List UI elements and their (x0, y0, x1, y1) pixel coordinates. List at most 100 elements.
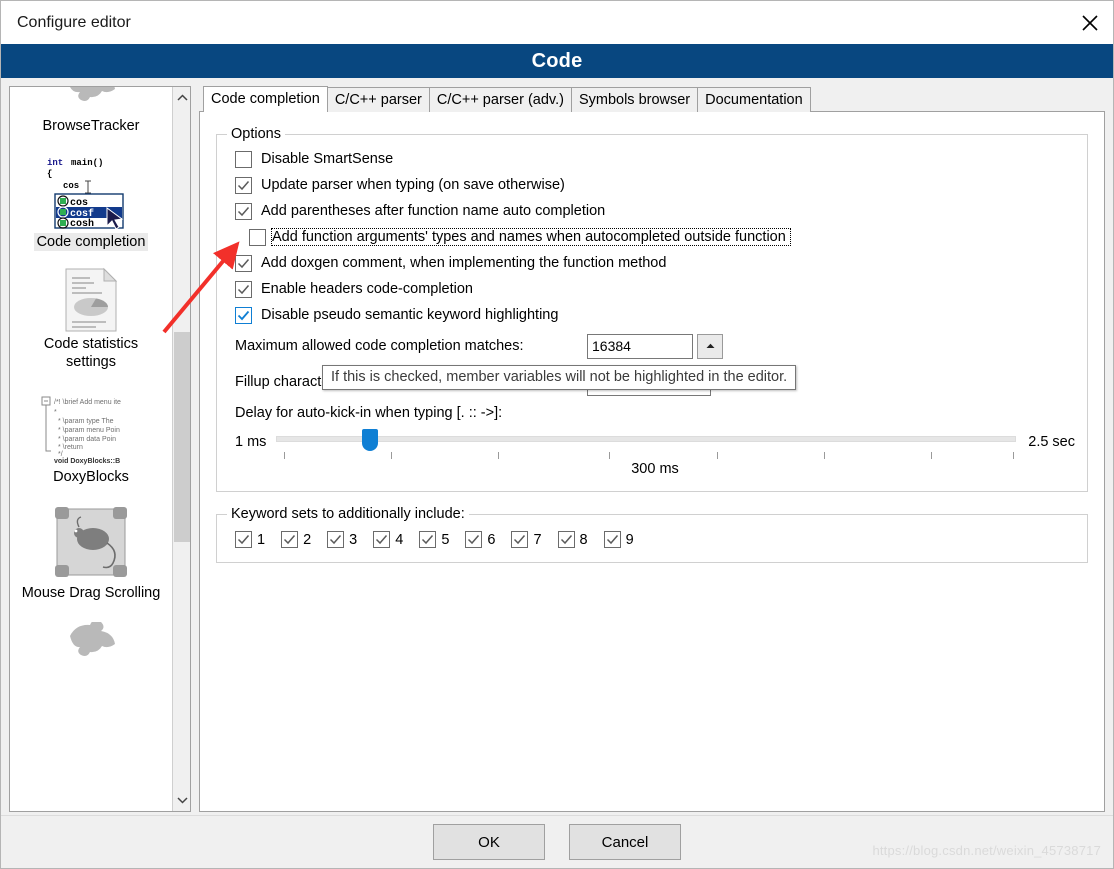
sidebar-item-mouse-drag-scrolling[interactable]: Mouse Drag Scrolling (10, 498, 172, 614)
sidebar-item-label: Code statistics settings (43, 336, 139, 371)
configure-editor-dialog: Configure editor Code BrowseTracker int … (0, 0, 1114, 869)
sidebar-scrollbar[interactable] (172, 87, 190, 811)
keyword-sets-row: 1 2 3 4 5 6 7 8 9 (229, 531, 1075, 548)
sidebar-item-label: DoxyBlocks (53, 468, 129, 485)
keyword-set-checkbox[interactable] (419, 531, 437, 548)
keyword-set-7[interactable]: 7 (511, 531, 542, 548)
scrollbar-thumb[interactable] (174, 332, 190, 542)
check-glyph (237, 284, 250, 294)
checkbox-update-parser[interactable] (235, 176, 252, 194)
keyword-set-2[interactable]: 2 (281, 531, 311, 548)
keyword-set-checkbox[interactable] (511, 531, 529, 548)
puzzle-glyph (70, 621, 115, 656)
keyword-set-checkbox[interactable] (465, 531, 483, 548)
svg-text:* \param data Poin: * \param data Poin (58, 436, 116, 443)
sidebar-item-label: Code completion (33, 233, 149, 252)
tab-cpp-parser[interactable]: C/C++ parser (326, 87, 430, 112)
keyword-set-4[interactable]: 4 (373, 531, 403, 548)
sidebar-item-code-statistics-settings[interactable]: Code statistics settings (10, 263, 172, 383)
banner-title: Code (531, 49, 583, 72)
tab-panel-code-completion: Options Disable SmartSense Update parser… (199, 111, 1105, 812)
delay-slider-label: Delay for auto-kick-in when typing [. ::… (235, 405, 503, 421)
sidebar-list: BrowseTracker int main() { cos cos cosf … (10, 87, 172, 698)
keyword-set-label: 2 (303, 531, 312, 548)
delay-min-label: 1 ms (235, 434, 267, 450)
keyword-set-label: 1 (257, 531, 266, 548)
delay-slider-block: Delay for auto-kick-in when typing [. ::… (229, 405, 1075, 477)
sidebar-item-doxyblocks[interactable]: /*! \brief Add menu ite * * \param type … (10, 384, 172, 498)
keyword-set-label: 9 (625, 531, 634, 548)
svg-text:main(): main() (71, 158, 103, 168)
code-completion-icon: int main() { cos cos cosf cosh (36, 151, 146, 231)
keyword-set-checkbox[interactable] (281, 531, 299, 548)
tab-code-completion[interactable]: Code completion (203, 86, 328, 112)
keyword-set-1[interactable]: 1 (235, 531, 265, 548)
keyword-set-label: 8 (579, 531, 588, 548)
keyword-set-checkbox[interactable] (557, 531, 575, 548)
sidebar-item-code-completion[interactable]: int main() { cos cos cosf cosh Code comp… (10, 147, 172, 263)
tooltip: If this is checked, member variables wil… (322, 365, 797, 390)
checkbox-row-add-function-arguments[interactable]: Add function arguments' types and names … (229, 225, 1075, 249)
checkbox-disable-pseudo-semantic[interactable] (235, 306, 252, 324)
close-glyph (1082, 14, 1098, 31)
keyword-set-8[interactable]: 8 (557, 531, 588, 548)
check-glyph (468, 535, 480, 545)
checkbox-add-parentheses[interactable] (235, 202, 252, 220)
keyword-set-5[interactable]: 5 (419, 531, 449, 548)
chevron-down-icon[interactable] (173, 791, 190, 809)
checkbox-row-disable-pseudo-semantic[interactable]: Disable pseudo semantic keyword highligh… (229, 303, 1075, 327)
checkbox-row-add-parentheses[interactable]: Add parentheses after function name auto… (229, 199, 1075, 223)
checkbox-enable-headers-code-completion[interactable] (235, 280, 252, 298)
svg-text:int: int (47, 158, 63, 168)
tab-symbols-browser[interactable]: Symbols browser (570, 87, 699, 112)
max-matches-label: Maximum allowed code completion matches: (235, 338, 524, 354)
check-glyph (376, 535, 388, 545)
chevron-down-glyph (176, 797, 188, 804)
keyword-set-label: 5 (441, 531, 450, 548)
tab-cpp-parser-adv[interactable]: C/C++ parser (adv.) (428, 87, 572, 112)
tab-label: Documentation (705, 92, 803, 108)
max-matches-input[interactable]: 16384 (587, 333, 693, 359)
max-matches-spinner[interactable]: 16384 (587, 333, 723, 359)
checkbox-row-update-parser[interactable]: Update parser when typing (on save other… (229, 173, 1075, 197)
keyword-set-9[interactable]: 9 (603, 531, 634, 548)
slider-handle[interactable] (362, 429, 379, 451)
sidebar-item-label: BrowseTracker (42, 118, 140, 134)
options-group: Options Disable SmartSense Update parser… (216, 126, 1088, 492)
keyword-set-checkbox[interactable] (327, 531, 345, 548)
keyword-set-checkbox[interactable] (603, 531, 621, 548)
keyword-set-label: 6 (487, 531, 496, 548)
keyword-set-6[interactable]: 6 (465, 531, 495, 548)
check-glyph (237, 206, 250, 216)
chevron-up-icon[interactable] (173, 89, 190, 107)
max-matches-row: Maximum allowed code completion matches:… (229, 331, 1075, 361)
check-glyph (422, 535, 434, 545)
delay-slider[interactable] (276, 427, 1017, 459)
checkbox-row-add-doxgen-comment[interactable]: Add doxgen comment, when implementing th… (229, 251, 1075, 275)
checkbox-disable-smartsense[interactable] (235, 150, 252, 168)
keyword-sets-legend: Keyword sets to additionally include: (227, 506, 469, 522)
ok-button[interactable]: OK (433, 824, 545, 860)
window-title: Configure editor (17, 13, 131, 31)
sidebar-scroll-area: BrowseTracker int main() { cos cos cosf … (10, 87, 172, 811)
check-glyph (606, 535, 618, 545)
svg-text:* \return: * \return (58, 444, 83, 451)
keyword-set-checkbox[interactable] (235, 531, 252, 548)
cancel-button[interactable]: Cancel (569, 824, 681, 860)
keyword-set-checkbox[interactable] (373, 531, 391, 548)
spinner-up-glyph (706, 343, 714, 348)
checkbox-label: Disable SmartSense (261, 151, 394, 167)
keyword-set-3[interactable]: 3 (327, 531, 357, 548)
dialog-body: BrowseTracker int main() { cos cos cosf … (1, 78, 1113, 815)
sidebar-item-browsetracker[interactable]: BrowseTracker (10, 87, 172, 147)
checkbox-add-function-arguments[interactable] (249, 228, 266, 246)
sidebar-item-partial[interactable] (10, 614, 172, 698)
plugin-sidebar[interactable]: BrowseTracker int main() { cos cos cosf … (9, 86, 191, 812)
code-completion-glyph: int main() { cos cos cosf cosh (47, 158, 124, 230)
checkbox-row-disable-smartsense[interactable]: Disable SmartSense (229, 147, 1075, 171)
checkbox-row-enable-headers-code-completion[interactable]: Enable headers code-completion (229, 277, 1075, 301)
checkbox-add-doxgen-comment[interactable] (235, 254, 252, 272)
spinner-up-icon[interactable] (697, 333, 723, 359)
close-icon[interactable] (1067, 1, 1113, 44)
tab-documentation[interactable]: Documentation (697, 87, 811, 112)
